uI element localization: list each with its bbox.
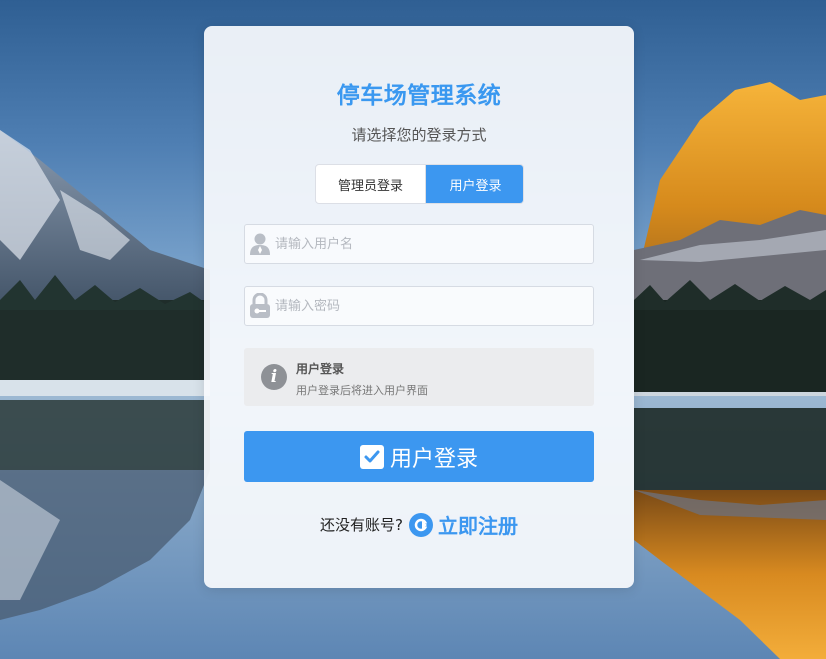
login-button-label: 用户登录 [389, 446, 478, 472]
register-prompt: 还没有账号? 立即注册 [204, 510, 634, 539]
lock-icon [245, 287, 275, 325]
info-icon: i [261, 364, 287, 390]
login-method-prompt: 请选择您的登录方式 [351, 126, 487, 144]
tab-admin-login[interactable]: 管理员登录 [316, 165, 426, 203]
page-title: 停车场管理系统 [336, 83, 502, 109]
password-field [244, 286, 594, 326]
username-field [244, 224, 594, 264]
tab-user-login[interactable]: 用户登录 [426, 165, 523, 203]
register-link[interactable]: 立即注册 [408, 510, 518, 539]
username-input[interactable] [275, 226, 593, 262]
checkbox-icon [359, 444, 384, 469]
register-link-label: 立即注册 [437, 514, 518, 538]
info-title: 用户登录 [296, 362, 345, 376]
login-card: 停车场管理系统 请选择您的登录方式 管理员登录 用户登录 i 用户登录 [204, 26, 634, 588]
user-icon [245, 225, 275, 263]
info-description: 用户登录后将进入用户界面 [296, 384, 428, 397]
login-type-tabs: 管理员登录 用户登录 [315, 164, 524, 204]
login-info-box: i 用户登录 用户登录后将进入用户界面 [244, 348, 594, 406]
no-account-text: 还没有账号? [320, 516, 403, 534]
user-login-button[interactable]: 用户登录 [244, 431, 594, 482]
register-icon [408, 512, 433, 537]
password-input[interactable] [275, 288, 593, 324]
